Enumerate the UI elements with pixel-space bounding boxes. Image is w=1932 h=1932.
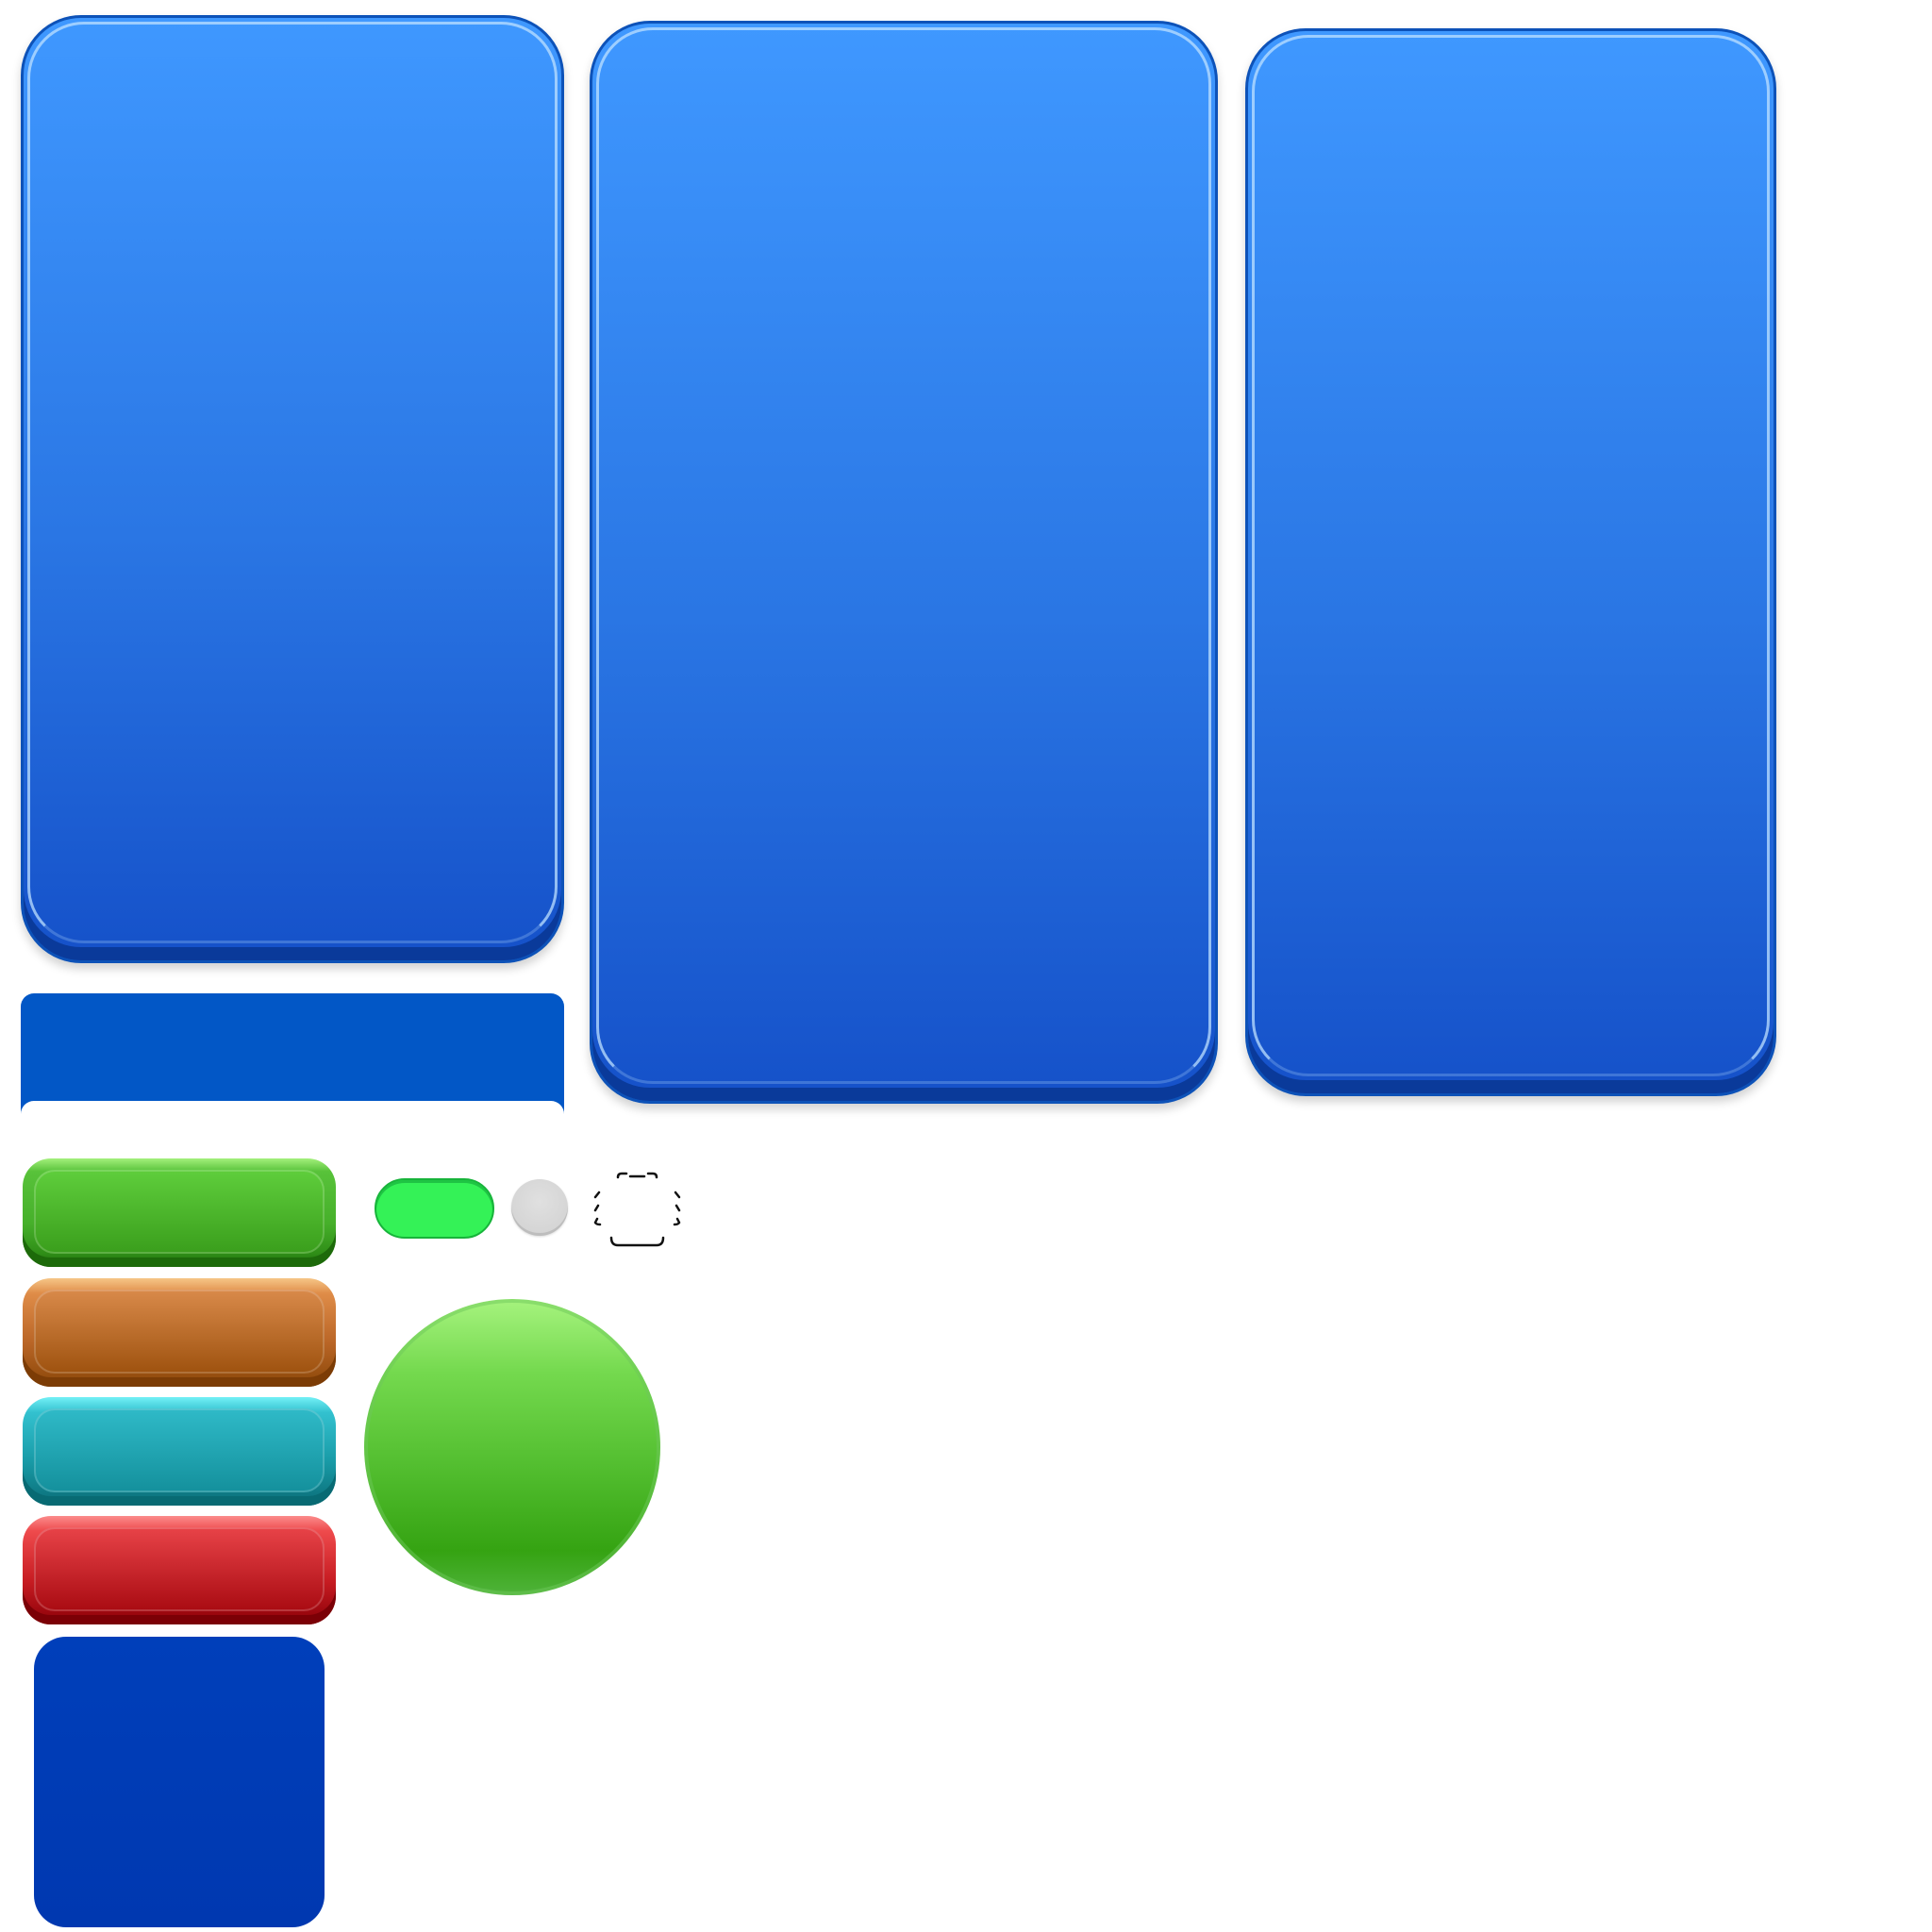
sprite-sheet (0, 0, 1932, 1932)
toggle-knob[interactable] (511, 1179, 568, 1236)
button-red[interactable] (23, 1516, 336, 1624)
panel-large-2 (590, 21, 1218, 1104)
button-green[interactable] (23, 1158, 336, 1267)
toggle-pill-on[interactable] (375, 1178, 494, 1239)
selection-frame-icon (592, 1170, 682, 1250)
header-strip (21, 993, 564, 1116)
button-orange[interactable] (23, 1278, 336, 1387)
square-dark-blue (34, 1637, 325, 1927)
button-teal[interactable] (23, 1397, 336, 1506)
round-button-green[interactable] (364, 1299, 660, 1595)
panel-large-1 (21, 15, 564, 963)
panel-large-3 (1245, 28, 1776, 1096)
